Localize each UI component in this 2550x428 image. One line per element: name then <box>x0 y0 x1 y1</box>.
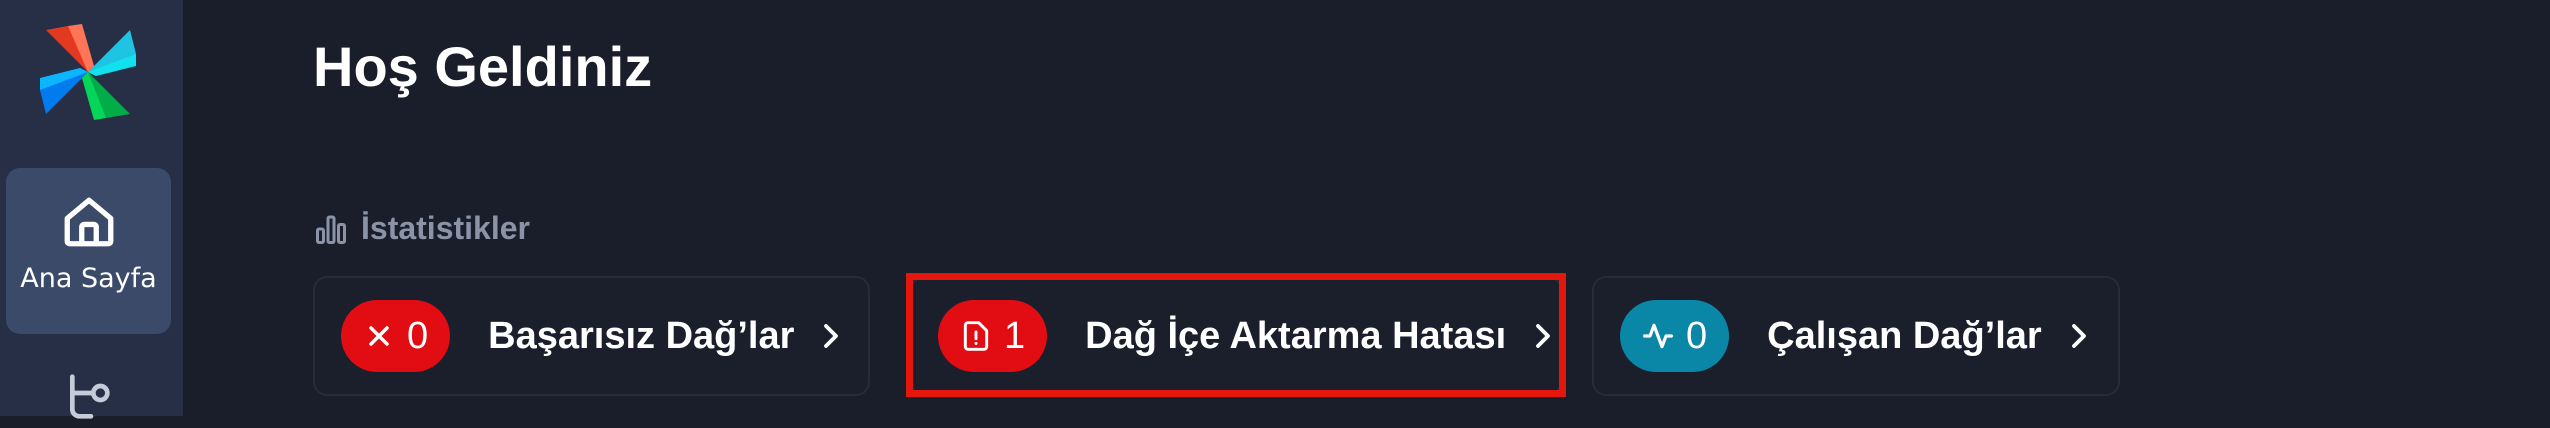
highlight-box <box>906 273 1566 397</box>
home-icon <box>64 197 113 247</box>
sidebar-item-home[interactable]: Ana Sayfa <box>6 168 171 334</box>
stat-card-running-dags[interactable]: 0 Çalışan Dağ’lar <box>1592 276 2120 396</box>
sidebar-item-label: Ana Sayfa <box>20 263 157 294</box>
activity-icon <box>1643 323 1673 349</box>
card-label: Çalışan Dağ’lar <box>1767 314 2042 357</box>
count-badge: 0 <box>341 300 451 372</box>
stat-card-failed-dags[interactable]: 0 Başarısız Dağ’lar <box>313 276 870 396</box>
chevron-right-icon <box>824 324 839 348</box>
pinwheel-logo-icon[interactable] <box>38 22 138 122</box>
count-value: 0 <box>407 314 429 357</box>
stats-heading: İstatistikler <box>313 210 530 247</box>
card-label: Başarısız Dağ’lar <box>488 314 795 357</box>
sidebar: Ana Sayfa <box>0 0 183 419</box>
chevron-right-icon <box>2071 324 2086 348</box>
count-value: 0 <box>1686 314 1708 357</box>
x-icon <box>369 326 389 346</box>
page-title: Hoş Geldiniz <box>313 35 653 98</box>
bar-chart-icon <box>316 215 346 244</box>
stats-heading-label: İstatistikler <box>361 210 530 246</box>
count-badge: 0 <box>1620 300 1730 372</box>
dags-icon[interactable] <box>63 372 119 428</box>
